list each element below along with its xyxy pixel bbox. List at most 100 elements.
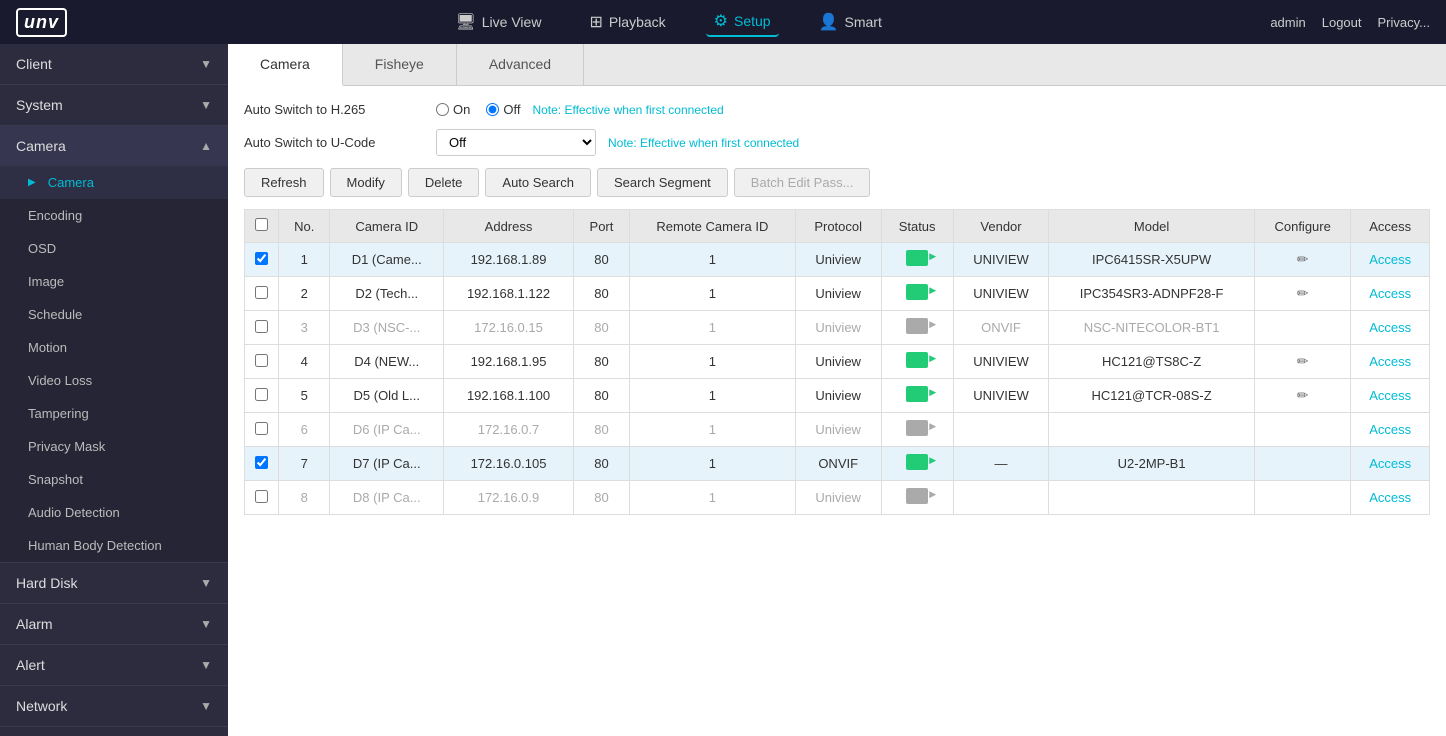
row-checkbox[interactable] bbox=[255, 354, 268, 367]
sidebar-system-header[interactable]: System ▼ bbox=[0, 85, 228, 125]
ucode-dropdown[interactable]: Off On bbox=[436, 129, 596, 156]
tab-advanced[interactable]: Advanced bbox=[457, 44, 584, 85]
privacy-button[interactable]: Privacy... bbox=[1378, 15, 1431, 30]
nav-live-view[interactable]: 🖥 Live View bbox=[447, 8, 549, 36]
sidebar-audio-detection-label: Audio Detection bbox=[28, 505, 120, 520]
h265-on-radio[interactable] bbox=[436, 103, 449, 116]
row-remote-id: 1 bbox=[629, 311, 795, 345]
th-address: Address bbox=[444, 210, 574, 243]
chevron-up-icon: ▲ bbox=[200, 139, 212, 153]
sidebar-item-image[interactable]: Image bbox=[0, 265, 228, 298]
sidebar-item-audio-detection[interactable]: Audio Detection bbox=[0, 496, 228, 529]
row-status bbox=[881, 413, 953, 447]
auto-switch-h265-label: Auto Switch to H.265 bbox=[244, 102, 424, 117]
sidebar-section-camera: Camera ▲ Camera Encoding OSD Image Sched… bbox=[0, 126, 228, 563]
row-checkbox-cell bbox=[245, 481, 279, 515]
nav-playback[interactable]: ⊞ Playback bbox=[581, 8, 673, 36]
search-segment-button[interactable]: Search Segment bbox=[597, 168, 728, 197]
nav-setup[interactable]: ⚙ Setup bbox=[706, 7, 779, 37]
status-online-icon bbox=[906, 386, 928, 402]
select-all-checkbox[interactable] bbox=[255, 218, 268, 231]
row-vendor: — bbox=[953, 447, 1049, 481]
sidebar-camera-items: Camera Encoding OSD Image Schedule Motio… bbox=[0, 166, 228, 562]
configure-edit-icon[interactable]: ✏ bbox=[1297, 353, 1309, 369]
access-link[interactable]: Access bbox=[1369, 388, 1411, 403]
sidebar-video-loss-label: Video Loss bbox=[28, 373, 92, 388]
access-link[interactable]: Access bbox=[1369, 354, 1411, 369]
row-status bbox=[881, 311, 953, 345]
row-status bbox=[881, 243, 953, 277]
row-checkbox[interactable] bbox=[255, 456, 268, 469]
access-link[interactable]: Access bbox=[1369, 490, 1411, 505]
access-link[interactable]: Access bbox=[1369, 286, 1411, 301]
row-model: U2-2MP-B1 bbox=[1049, 447, 1255, 481]
sidebar-client-header[interactable]: Client ▼ bbox=[0, 44, 228, 84]
row-checkbox[interactable] bbox=[255, 320, 268, 333]
row-address: 192.168.1.122 bbox=[444, 277, 574, 311]
sidebar-alert-label: Alert bbox=[16, 657, 45, 673]
nav-smart-label: Smart bbox=[845, 14, 882, 30]
chevron-down-icon: ▼ bbox=[200, 98, 212, 112]
configure-edit-icon[interactable]: ✏ bbox=[1297, 251, 1309, 267]
delete-button[interactable]: Delete bbox=[408, 168, 480, 197]
sidebar-item-video-loss[interactable]: Video Loss bbox=[0, 364, 228, 397]
h265-on-option[interactable]: On bbox=[436, 102, 470, 117]
row-checkbox[interactable] bbox=[255, 388, 268, 401]
row-checkbox-cell bbox=[245, 345, 279, 379]
nav-smart[interactable]: 👤 Smart bbox=[811, 8, 890, 36]
configure-edit-icon[interactable]: ✏ bbox=[1297, 387, 1309, 403]
sidebar-item-camera[interactable]: Camera bbox=[0, 166, 228, 199]
sidebar-hard-disk-header[interactable]: Hard Disk ▼ bbox=[0, 563, 228, 603]
row-protocol: Uniview bbox=[795, 481, 881, 515]
access-link[interactable]: Access bbox=[1369, 456, 1411, 471]
sidebar-osd-label: OSD bbox=[28, 241, 56, 256]
row-access: Access bbox=[1351, 447, 1430, 481]
batch-edit-button[interactable]: Batch Edit Pass... bbox=[734, 168, 871, 197]
row-no: 3 bbox=[279, 311, 330, 345]
row-configure: ✏ bbox=[1254, 243, 1351, 277]
sidebar-item-encoding[interactable]: Encoding bbox=[0, 199, 228, 232]
auto-switch-ucode-row: Auto Switch to U-Code Off On Note: Effec… bbox=[244, 129, 1430, 156]
tab-fisheye[interactable]: Fisheye bbox=[343, 44, 457, 85]
modify-button[interactable]: Modify bbox=[330, 168, 402, 197]
sidebar-item-motion[interactable]: Motion bbox=[0, 331, 228, 364]
sidebar-section-network: Network ▼ bbox=[0, 686, 228, 727]
access-link[interactable]: Access bbox=[1369, 320, 1411, 335]
h265-off-radio[interactable] bbox=[486, 103, 499, 116]
row-remote-id: 1 bbox=[629, 277, 795, 311]
row-checkbox[interactable] bbox=[255, 252, 268, 265]
tab-camera[interactable]: Camera bbox=[228, 44, 343, 86]
sidebar-camera-header[interactable]: Camera ▲ bbox=[0, 126, 228, 166]
sidebar-platform-header[interactable]: Platform ▼ bbox=[0, 727, 228, 736]
h265-off-option[interactable]: Off bbox=[486, 102, 520, 117]
sidebar-item-snapshot[interactable]: Snapshot bbox=[0, 463, 228, 496]
row-checkbox[interactable] bbox=[255, 490, 268, 503]
sidebar-item-human-body-detection[interactable]: Human Body Detection bbox=[0, 529, 228, 562]
th-checkbox bbox=[245, 210, 279, 243]
access-link[interactable]: Access bbox=[1369, 252, 1411, 267]
th-vendor: Vendor bbox=[953, 210, 1049, 243]
sidebar-item-tampering[interactable]: Tampering bbox=[0, 397, 228, 430]
logout-button[interactable]: Logout bbox=[1322, 15, 1362, 30]
top-nav: 🖥 Live View ⊞ Playback ⚙ Setup 👤 Smart bbox=[67, 7, 1270, 37]
auto-search-button[interactable]: Auto Search bbox=[485, 168, 591, 197]
sidebar-item-schedule[interactable]: Schedule bbox=[0, 298, 228, 331]
row-status bbox=[881, 345, 953, 379]
camera-table-body: 1 D1 (Came... 192.168.1.89 80 1 Uniview … bbox=[245, 243, 1430, 515]
sidebar-network-header[interactable]: Network ▼ bbox=[0, 686, 228, 726]
table-row: 7 D7 (IP Ca... 172.16.0.105 80 1 ONVIF —… bbox=[245, 447, 1430, 481]
content-area: Auto Switch to H.265 On Off Note: Effect… bbox=[228, 86, 1446, 736]
configure-edit-icon[interactable]: ✏ bbox=[1297, 285, 1309, 301]
user-area: admin Logout Privacy... bbox=[1270, 15, 1430, 30]
row-checkbox[interactable] bbox=[255, 422, 268, 435]
row-checkbox[interactable] bbox=[255, 286, 268, 299]
access-link[interactable]: Access bbox=[1369, 422, 1411, 437]
sidebar-item-privacy-mask[interactable]: Privacy Mask bbox=[0, 430, 228, 463]
sidebar-item-osd[interactable]: OSD bbox=[0, 232, 228, 265]
sidebar-alert-header[interactable]: Alert ▼ bbox=[0, 645, 228, 685]
row-address: 192.168.1.95 bbox=[444, 345, 574, 379]
refresh-button[interactable]: Refresh bbox=[244, 168, 324, 197]
sidebar-alarm-header[interactable]: Alarm ▼ bbox=[0, 604, 228, 644]
row-checkbox-cell bbox=[245, 311, 279, 345]
chevron-down-icon: ▼ bbox=[200, 658, 212, 672]
